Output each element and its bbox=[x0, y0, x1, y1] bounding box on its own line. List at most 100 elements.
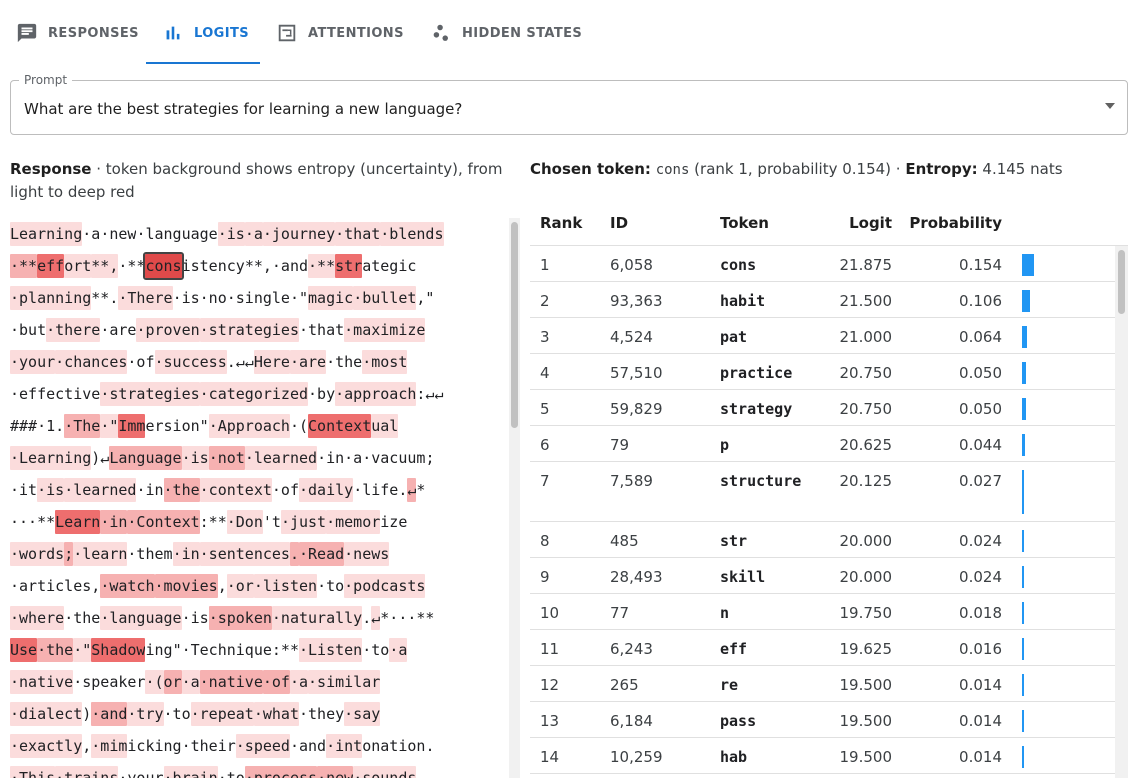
response-token[interactable]: * bbox=[416, 478, 426, 502]
response-token[interactable]: ual bbox=[371, 414, 399, 438]
response-token[interactable]: magic bbox=[308, 286, 354, 310]
response-token[interactable]: icking bbox=[127, 734, 182, 758]
response-token[interactable]: ·a bbox=[181, 670, 200, 694]
response-token[interactable]: ; bbox=[64, 542, 74, 566]
response-token[interactable]: ·repeat bbox=[190, 702, 254, 726]
response-token[interactable]: ·new bbox=[100, 222, 137, 246]
response-token[interactable]: ·is bbox=[37, 478, 65, 502]
response-token[interactable]: ↵ bbox=[371, 606, 381, 630]
response-token[interactable]: ·the bbox=[37, 638, 74, 662]
response-token[interactable]: ·their bbox=[181, 734, 236, 758]
response-token[interactable]: ·context bbox=[199, 478, 272, 502]
selected-token[interactable]: cons bbox=[143, 252, 184, 280]
response-token[interactable]: ·your bbox=[118, 766, 164, 778]
response-token[interactable]: ·try bbox=[127, 702, 164, 726]
response-token[interactable]: ·is bbox=[217, 222, 245, 246]
response-token[interactable]: ·speaker bbox=[73, 670, 146, 694]
scrollbar-thumb[interactable] bbox=[1118, 250, 1125, 314]
response-token[interactable]: ·to bbox=[217, 766, 245, 778]
header-probability[interactable]: Probability bbox=[909, 214, 1002, 232]
tab-logits[interactable]: LOGITS bbox=[146, 0, 260, 66]
table-row[interactable]: 2 93,363 habit 21.500 0.106 bbox=[530, 282, 1115, 318]
table-row[interactable]: 13 6,184 pass 19.500 0.014 bbox=[530, 702, 1115, 738]
response-token[interactable]: ·daily bbox=[299, 478, 354, 502]
response-token[interactable]: " bbox=[172, 638, 182, 662]
response-token[interactable]: ·listen bbox=[253, 574, 318, 598]
response-token[interactable]: ·and bbox=[271, 254, 309, 278]
response-token[interactable]: ·in bbox=[136, 478, 164, 502]
response-token[interactable]: ·watch bbox=[100, 574, 155, 598]
header-id[interactable]: ID bbox=[610, 214, 628, 232]
response-token[interactable]: ···** bbox=[10, 510, 56, 534]
response-token[interactable]: ·vacuum bbox=[362, 446, 426, 470]
response-token[interactable]: ·by bbox=[308, 382, 336, 406]
response-token[interactable]: ·them bbox=[127, 542, 173, 566]
response-token[interactable]: ·( bbox=[145, 670, 164, 694]
response-token[interactable]: ·Listen bbox=[299, 638, 363, 662]
response-token[interactable]: ·native bbox=[10, 670, 74, 694]
response-token[interactable]: ·new bbox=[317, 766, 354, 778]
table-row[interactable]: 6 79 p 20.625 0.044 bbox=[530, 426, 1115, 462]
response-token[interactable]: ·categorized bbox=[199, 382, 309, 406]
response-token[interactable]: ·or bbox=[226, 574, 254, 598]
response-token[interactable]: ," bbox=[416, 286, 435, 310]
response-token[interactable]: ·is bbox=[181, 606, 209, 630]
response-token[interactable]: ·your bbox=[10, 350, 56, 374]
response-token[interactable]: ·process bbox=[244, 766, 318, 778]
response-token[interactable]: ·journey bbox=[262, 222, 336, 246]
response-token[interactable]: Here bbox=[253, 350, 290, 374]
response-token[interactable]: ·where bbox=[10, 606, 65, 630]
response-token[interactable]: , bbox=[217, 574, 227, 598]
response-token[interactable]: Shadow bbox=[91, 638, 146, 662]
header-logit[interactable]: Logit bbox=[849, 214, 892, 232]
response-token[interactable]: ·but bbox=[10, 318, 47, 342]
response-token[interactable]: ·similar bbox=[308, 670, 381, 694]
response-token[interactable]: ·There bbox=[118, 286, 173, 310]
response-token[interactable]: ·bullet bbox=[353, 286, 417, 310]
response-token[interactable]: .↵↵ bbox=[226, 350, 254, 374]
response-token[interactable]: ·the bbox=[163, 478, 200, 502]
response-token[interactable]: Use bbox=[10, 638, 38, 662]
response-token[interactable]: ·strategies bbox=[199, 318, 299, 342]
response-token[interactable]: ·Don bbox=[226, 510, 263, 534]
response-token[interactable]: Context bbox=[308, 414, 372, 438]
response-token[interactable]: **, bbox=[244, 254, 272, 278]
response-token[interactable]: . bbox=[362, 606, 372, 630]
tab-responses[interactable]: RESPONSES bbox=[0, 0, 146, 66]
response-token[interactable]: ·language bbox=[100, 606, 182, 630]
prompt-select[interactable]: Prompt What are the best strategies for … bbox=[10, 73, 1128, 135]
response-token[interactable]: ; bbox=[425, 446, 435, 470]
response-token[interactable]: ·a bbox=[82, 222, 101, 246]
dropdown-arrow-icon[interactable] bbox=[1105, 103, 1115, 109]
response-token[interactable]: ·and bbox=[289, 734, 327, 758]
table-row[interactable]: 1 6,058 cons 21.875 0.154 bbox=[530, 246, 1115, 282]
response-token[interactable]: ### bbox=[10, 414, 38, 438]
response-token[interactable]: ·Approach bbox=[208, 414, 290, 438]
response-token[interactable]: ·it bbox=[10, 478, 38, 502]
response-token[interactable]: ·int bbox=[326, 734, 363, 758]
response-token[interactable]: **, bbox=[91, 254, 119, 278]
response-token[interactable]: ·The bbox=[64, 414, 101, 438]
response-token[interactable]: :↵↵ bbox=[416, 382, 444, 406]
response-token[interactable]: ·the bbox=[326, 350, 363, 374]
scrollbar-thumb[interactable] bbox=[511, 222, 518, 428]
response-token[interactable]: ·podcasts bbox=[344, 574, 426, 598]
response-token[interactable]: ·1 bbox=[37, 414, 56, 438]
response-token[interactable]: ize bbox=[380, 510, 408, 534]
response-token[interactable]: ·native bbox=[199, 670, 263, 694]
response-token[interactable]: ·life bbox=[353, 478, 399, 502]
response-token[interactable]: ·maximize bbox=[344, 318, 426, 342]
response-token[interactable]: ·speed bbox=[235, 734, 290, 758]
response-token[interactable]: ·of bbox=[271, 478, 299, 502]
response-token[interactable]: ·most bbox=[362, 350, 408, 374]
response-token[interactable]: " bbox=[199, 414, 209, 438]
response-token[interactable]: Learning bbox=[10, 222, 83, 246]
table-row[interactable]: 9 28,493 skill 20.000 0.024 bbox=[530, 558, 1115, 594]
response-token[interactable]: Learn bbox=[55, 510, 101, 534]
response-token[interactable]: ing bbox=[145, 638, 173, 662]
response-token[interactable]: **. bbox=[91, 286, 119, 310]
table-row[interactable]: 3 4,524 pat 21.000 0.064 bbox=[530, 318, 1115, 354]
response-token[interactable]: ·there bbox=[46, 318, 101, 342]
response-token[interactable]: ·approach bbox=[335, 382, 417, 406]
table-row[interactable]: 4 57,510 practice 20.750 0.050 bbox=[530, 354, 1115, 390]
